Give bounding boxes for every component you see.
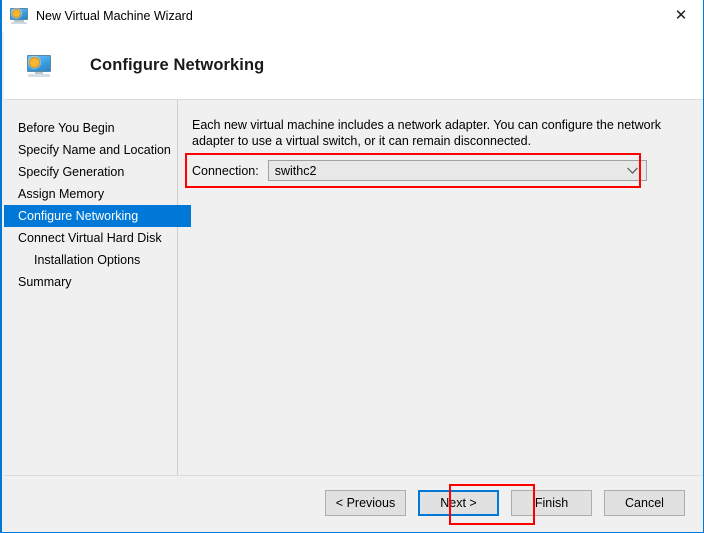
sidebar-item-specify-name-and-location[interactable]: Specify Name and Location bbox=[4, 139, 177, 161]
wizard-button-row: < Previous Next > Finish Cancel bbox=[325, 490, 685, 516]
connection-label: Connection: bbox=[192, 163, 259, 178]
close-button[interactable]: ✕ bbox=[658, 0, 703, 31]
content-pane: Each new virtual machine includes a netw… bbox=[179, 100, 703, 475]
wizard-steps-sidebar: Before You Begin Specify Name and Locati… bbox=[4, 100, 191, 475]
sidebar-item-installation-options[interactable]: Installation Options bbox=[4, 249, 177, 271]
chevron-down-icon bbox=[626, 167, 638, 174]
footer-bar: < Previous Next > Finish Cancel bbox=[4, 475, 703, 531]
sidebar-item-configure-networking[interactable]: Configure Networking bbox=[4, 205, 191, 227]
body-area: Before You Begin Specify Name and Locati… bbox=[4, 100, 703, 475]
connection-row: Connection: swithc2 bbox=[192, 160, 647, 181]
sidebar-item-specify-generation[interactable]: Specify Generation bbox=[4, 161, 177, 183]
sidebar-item-assign-memory[interactable]: Assign Memory bbox=[4, 183, 177, 205]
description-text: Each new virtual machine includes a netw… bbox=[192, 118, 662, 148]
page-header: Configure Networking bbox=[4, 32, 703, 100]
finish-button[interactable]: Finish bbox=[511, 490, 592, 516]
configure-networking-monitor-icon bbox=[26, 54, 52, 78]
sidebar-item-summary[interactable]: Summary bbox=[4, 271, 177, 293]
previous-button[interactable]: < Previous bbox=[325, 490, 406, 516]
new-virtual-machine-wizard-window: New Virtual Machine Wizard ✕ Configure N… bbox=[0, 0, 704, 533]
page-title: Configure Networking bbox=[90, 56, 265, 74]
sidebar-item-connect-virtual-hard-disk[interactable]: Connect Virtual Hard Disk bbox=[4, 227, 177, 249]
title-bar: New Virtual Machine Wizard ✕ bbox=[2, 0, 703, 32]
window-title: New Virtual Machine Wizard bbox=[36, 9, 193, 23]
virtual-machine-monitor-icon bbox=[10, 7, 28, 25]
connection-selected-value: swithc2 bbox=[274, 163, 317, 178]
close-icon: ✕ bbox=[674, 6, 688, 24]
cancel-button[interactable]: Cancel bbox=[604, 490, 685, 516]
sidebar-item-before-you-begin[interactable]: Before You Begin bbox=[4, 117, 177, 139]
connection-dropdown[interactable]: swithc2 bbox=[267, 160, 647, 181]
next-button[interactable]: Next > bbox=[418, 490, 499, 516]
